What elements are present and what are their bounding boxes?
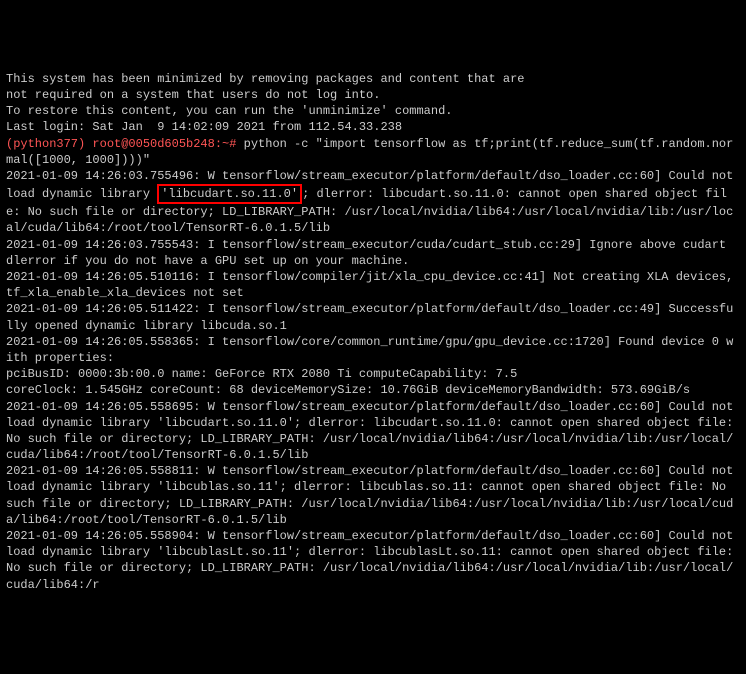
- log-line: 2021-01-09 14:26:03.755543: I tensorflow…: [6, 237, 740, 269]
- motd-line: This system has been minimized by removi…: [6, 71, 740, 87]
- motd-line: not required on a system that users do n…: [6, 87, 740, 103]
- highlighted-library: 'libcudart.so.11.0': [157, 184, 302, 204]
- last-login-line: Last login: Sat Jan 9 14:02:09 2021 from…: [6, 119, 740, 135]
- log-line: 2021-01-09 14:26:05.558904: W tensorflow…: [6, 528, 740, 593]
- log-line: 2021-01-09 14:26:03.755496: W tensorflow…: [6, 168, 740, 237]
- log-line: 2021-01-09 14:26:05.558811: W tensorflow…: [6, 463, 740, 528]
- log-line: coreClock: 1.545GHz coreCount: 68 device…: [6, 382, 740, 398]
- log-line: 2021-01-09 14:26:05.510116: I tensorflow…: [6, 269, 740, 301]
- log-line: 2021-01-09 14:26:05.558365: I tensorflow…: [6, 334, 740, 366]
- command-line: (python377) root@0050d605b248:~# python …: [6, 136, 740, 168]
- shell-prompt: (python377) root@0050d605b248:~#: [6, 137, 244, 151]
- log-line: 2021-01-09 14:26:05.558695: W tensorflow…: [6, 399, 740, 464]
- log-line: pciBusID: 0000:3b:00.0 name: GeForce RTX…: [6, 366, 740, 382]
- log-line: 2021-01-09 14:26:05.511422: I tensorflow…: [6, 301, 740, 333]
- motd-line: To restore this content, you can run the…: [6, 103, 740, 119]
- terminal-output[interactable]: This system has been minimized by removi…: [6, 71, 740, 593]
